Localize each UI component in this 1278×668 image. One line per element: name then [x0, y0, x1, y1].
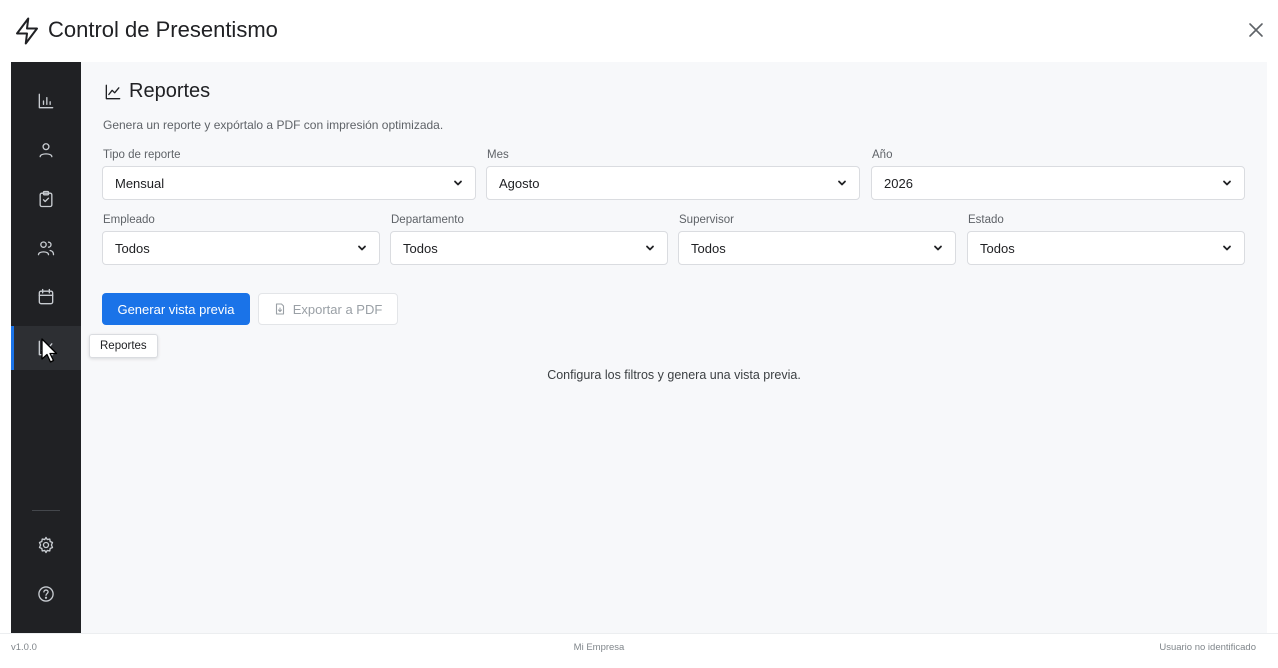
chevron-down-icon	[838, 180, 846, 186]
chevron-down-icon	[1223, 180, 1231, 186]
sidebar-divider	[32, 510, 60, 511]
user-icon	[39, 143, 53, 158]
department-label: Departamento	[391, 214, 464, 226]
chevron-down-icon	[934, 245, 942, 251]
line-chart-icon	[38, 340, 54, 356]
year-label: Año	[872, 149, 893, 161]
generate-preview-button[interactable]: Generar vista previa	[102, 293, 250, 325]
line-chart-icon	[105, 84, 121, 99]
app-window: Control de Presentismo Reportes Genera u…	[0, 0, 1278, 668]
status-label: Estado	[968, 214, 1004, 226]
file-download-icon	[275, 303, 284, 315]
company-name: Mi Empresa	[573, 642, 625, 653]
select-value: Todos	[403, 240, 438, 256]
user-status: Usuario no identificado	[1159, 642, 1256, 653]
chevron-down-icon	[358, 245, 366, 251]
sidebar-item-profile[interactable]	[11, 128, 81, 172]
select-value: Agosto	[499, 175, 540, 191]
close-icon[interactable]	[1244, 18, 1268, 42]
bar-chart-icon	[38, 93, 54, 109]
status-bar: v1.0.0 Mi Empresa Usuario no identificad…	[0, 633, 1278, 668]
lightning-bolt-icon	[16, 17, 38, 45]
page-subtitle: Genera un reporte y expórtalo a PDF con …	[103, 118, 444, 132]
page-header: Reportes	[103, 80, 210, 103]
employee-label: Empleado	[103, 214, 155, 226]
chevron-down-icon	[646, 245, 654, 251]
sidebar-item-attendance[interactable]	[11, 177, 81, 221]
sidebar-item-dashboard[interactable]	[11, 79, 81, 123]
month-label: Mes	[487, 149, 509, 161]
year-select[interactable]: 2026	[871, 166, 1245, 200]
select-value: Todos	[691, 240, 726, 256]
app-title: Control de Presentismo	[48, 17, 278, 42]
empty-state-message: Configura los filtros y genera una vista…	[547, 368, 801, 382]
help-circle-icon	[38, 586, 54, 602]
sidebar-item-help[interactable]	[11, 572, 81, 616]
calendar-icon	[38, 288, 54, 305]
sidebar-item-calendar[interactable]	[11, 275, 81, 319]
report-type-label: Tipo de reporte	[103, 149, 181, 161]
status-select[interactable]: Todos	[967, 231, 1245, 265]
chevron-down-icon	[454, 180, 462, 186]
sidebar-item-employees[interactable]	[11, 226, 81, 270]
title-bar: Control de Presentismo	[0, 0, 1278, 62]
page-title: Reportes	[129, 80, 211, 102]
employee-select[interactable]: Todos	[102, 231, 380, 265]
supervisor-label: Supervisor	[679, 214, 734, 226]
sidebar-item-settings[interactable]	[11, 523, 81, 567]
export-pdf-label: Exportar a PDF	[292, 301, 383, 317]
gear-icon	[38, 536, 54, 554]
select-value: Todos	[980, 240, 1015, 256]
sidebar	[11, 62, 81, 633]
month-select[interactable]: Agosto	[486, 166, 860, 200]
main-content: Reportes Genera un reporte y expórtalo a…	[81, 62, 1267, 633]
users-icon	[37, 241, 55, 256]
reports-tooltip: Reportes	[89, 334, 158, 358]
clipboard-check-icon	[39, 190, 53, 208]
export-pdf-button[interactable]: Exportar a PDF	[258, 293, 398, 325]
select-value: Mensual	[115, 175, 165, 191]
supervisor-select[interactable]: Todos	[678, 231, 956, 265]
select-value: Todos	[115, 240, 150, 256]
report-type-select[interactable]: Mensual	[102, 166, 476, 200]
select-value: 2026	[884, 175, 913, 191]
chevron-down-icon	[1223, 245, 1231, 251]
department-select[interactable]: Todos	[390, 231, 668, 265]
sidebar-item-reports[interactable]	[11, 326, 81, 370]
